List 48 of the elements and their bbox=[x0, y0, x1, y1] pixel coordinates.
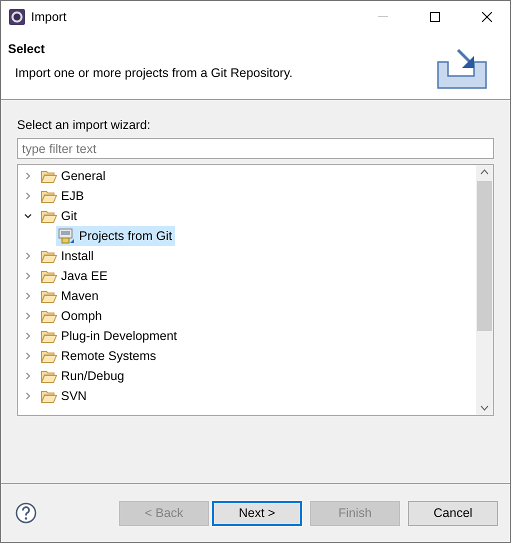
help-icon[interactable] bbox=[15, 502, 37, 524]
chevron-right-icon[interactable] bbox=[23, 251, 33, 261]
folder-icon bbox=[41, 190, 57, 202]
folder-icon bbox=[41, 350, 57, 362]
wizard-icon bbox=[58, 228, 75, 244]
chevron-down-icon[interactable] bbox=[23, 211, 33, 221]
tree-item[interactable]: Oomph bbox=[39, 306, 105, 326]
close-icon[interactable] bbox=[482, 12, 492, 22]
chevron-right-icon[interactable] bbox=[23, 391, 33, 401]
tree-item[interactable]: Run/Debug bbox=[39, 366, 128, 386]
tree-item[interactable]: Plug-in Development bbox=[39, 326, 180, 346]
tree-item[interactable]: Remote Systems bbox=[39, 346, 160, 366]
folder-icon bbox=[41, 310, 57, 322]
folder-icon bbox=[41, 330, 57, 342]
chevron-right-icon[interactable] bbox=[23, 371, 33, 381]
chevron-right-icon[interactable] bbox=[23, 311, 33, 321]
page-title: Select bbox=[8, 42, 46, 56]
tree-item[interactable]: General bbox=[39, 166, 108, 186]
folder-icon bbox=[41, 390, 57, 402]
chevron-right-icon[interactable] bbox=[23, 351, 33, 361]
tree-item[interactable]: SVN bbox=[39, 386, 90, 406]
tree-item[interactable]: EJB bbox=[39, 186, 87, 206]
app-icon bbox=[9, 8, 25, 24]
folder-icon bbox=[41, 170, 57, 182]
wizard-label: Select an import wizard: bbox=[17, 118, 152, 132]
tree-item[interactable]: Projects from Git bbox=[56, 226, 176, 246]
folder-icon bbox=[41, 210, 57, 222]
tree-item[interactable]: Maven bbox=[39, 286, 102, 306]
tree-item[interactable]: Install bbox=[39, 246, 97, 266]
scrollbar[interactable] bbox=[476, 165, 493, 415]
tree-item[interactable]: Git bbox=[39, 206, 80, 226]
chevron-right-icon[interactable] bbox=[23, 191, 33, 201]
chevron-right-icon[interactable] bbox=[23, 331, 33, 341]
window-title: Import bbox=[31, 10, 68, 24]
folder-icon bbox=[41, 370, 57, 382]
folder-icon bbox=[41, 270, 57, 282]
tree-item[interactable]: Java EE bbox=[39, 266, 111, 286]
page-description: Import one or more projects from a Git Repository. bbox=[14, 66, 293, 80]
folder-icon bbox=[41, 290, 57, 302]
wizard-button[interactable]: Next > bbox=[212, 500, 302, 526]
maximize-icon[interactable] bbox=[430, 12, 440, 22]
folder-icon bbox=[41, 250, 57, 262]
chevron-right-icon[interactable] bbox=[23, 291, 33, 301]
filter-field[interactable]: type filter text bbox=[17, 138, 494, 159]
chevron-right-icon[interactable] bbox=[23, 171, 33, 181]
minimize-icon[interactable] bbox=[378, 16, 388, 18]
wizard-button[interactable]: Cancel bbox=[408, 500, 498, 526]
chevron-right-icon[interactable] bbox=[23, 271, 33, 281]
